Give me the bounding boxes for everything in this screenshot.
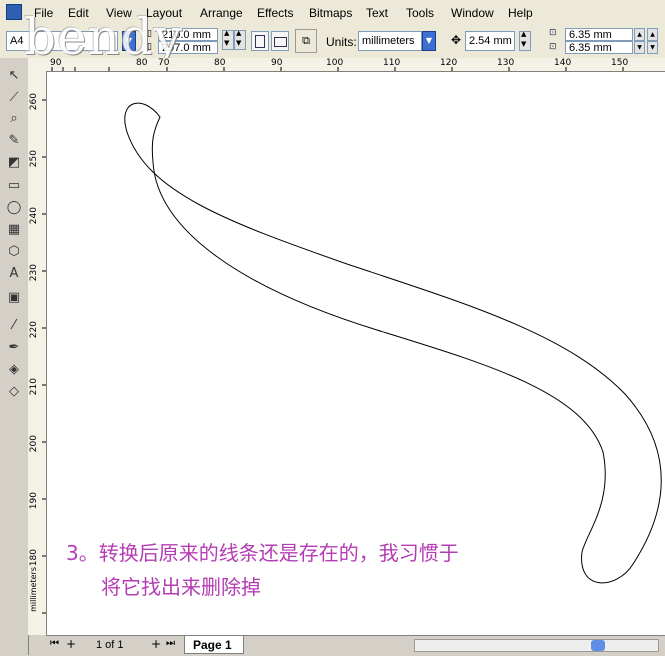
nudge-stepper[interactable] [519,30,531,51]
units-label: Units: [326,35,357,49]
units-chevron-down-icon[interactable]: ▼ [422,31,436,51]
nudge-icon: ✥ [451,33,462,47]
duplicate-x-stepper[interactable]: ▲ [634,28,645,41]
v-tick-label: 220 [29,321,39,339]
width-stepper[interactable] [222,29,234,50]
scrollbar-thumb[interactable] [591,640,605,651]
horizontal-ruler[interactable]: 90 80 70 80 90 100 110 120 130 140 150 [46,58,665,72]
page-count: 1 of 1 [96,639,124,651]
units-dropdown[interactable]: millimeters [358,31,422,51]
freehand-tool-icon[interactable]: ✎ [4,131,24,151]
ellipse-tool-icon[interactable]: ◯ [4,198,24,218]
h-tick-label: 140 [554,58,572,68]
duplicate-y-stepper-2[interactable]: ▼ [647,41,658,54]
duplicate-y-field[interactable]: 6.35 mm [565,41,633,54]
v-tick-label: 240 [29,207,39,225]
v-tick-label: 230 [29,264,39,282]
h-tick-label: 90 [50,58,62,68]
landscape-icon [273,37,287,47]
h-tick-label: 130 [497,58,515,68]
caption-line-1: 3。转换后原来的线条还是存在的，我习惯于 [66,541,459,565]
h-tick-label: 80 [214,58,226,68]
toolbox: ↖ ⟋ ⌕ ✎ ◩ ▭ ◯ ▦ ⬡ A ▣ ⁄ ✒ ◈ ◇ [0,58,29,655]
v-tick-label: 250 [29,150,39,168]
horizontal-scrollbar[interactable] [414,639,659,652]
menu-window[interactable]: Window [451,6,494,20]
text-tool-icon[interactable]: A [4,264,24,284]
ruler-unit-label: millimeters [29,567,38,612]
h-tick-label: 150 [611,58,629,68]
caption-line-2: 将它找出来删除掉 [101,575,261,599]
rectangle-tool-icon[interactable]: ▭ [4,176,24,196]
first-page-icon[interactable]: ⏮ [50,638,59,649]
add-page-before-icon[interactable]: + [66,637,76,651]
menu-text[interactable]: Text [366,6,388,20]
v-tick-label: 200 [29,435,39,453]
h-tick-label: 80 [136,58,148,68]
polygon-tool-icon[interactable]: ▦ [4,220,24,240]
add-page-after-icon[interactable]: + [151,637,161,651]
pages-icon: ⧉ [302,34,310,47]
nudge-distance-field[interactable]: 2.54 mm [465,31,515,51]
menu-arrange[interactable]: Arrange [200,6,243,20]
v-tick-label: 210 [29,378,39,396]
duplicate-y-stepper[interactable]: ▼ [634,41,645,54]
fill-tool-icon[interactable]: ◈ [4,360,24,380]
all-pages-button[interactable]: ⧉ [295,29,317,53]
duplicate-x-icon: ⊡ [549,28,557,38]
pick-tool-icon[interactable]: ↖ [4,66,24,86]
menu-effects[interactable]: Effects [257,6,293,20]
interactive-fill-tool-icon[interactable]: ◇ [4,382,24,402]
last-page-icon[interactable]: ⏭ [166,638,175,649]
h-tick-label: 100 [326,58,344,68]
v-tick-label: 180 [29,549,39,567]
app-icon [6,4,22,20]
portrait-button[interactable] [251,31,269,51]
duplicate-x-stepper-2[interactable]: ▲ [647,28,658,41]
menu-help[interactable]: Help [508,6,533,20]
h-tick-label: 70 [158,58,170,68]
duplicate-x-field[interactable]: 6.35 mm [565,28,633,41]
smart-fill-tool-icon[interactable]: ◩ [4,153,24,173]
v-tick-label: 190 [29,492,39,510]
h-tick-label: 110 [383,58,401,68]
landscape-button[interactable] [271,31,289,51]
v-tick-label: 260 [29,93,39,111]
page-tab-label: Page 1 [193,638,232,652]
ruler-corner[interactable] [28,58,47,72]
shape-tool-icon[interactable]: ⟋ [4,88,24,108]
portrait-icon [255,35,265,48]
menu-tools[interactable]: Tools [406,6,434,20]
page-tab[interactable]: Page 1 [184,636,244,654]
zoom-tool-icon[interactable]: ⌕ [4,109,24,129]
height-stepper[interactable] [234,29,246,50]
duplicate-y-icon: ⊡ [549,42,557,52]
outline-tool-icon[interactable]: ✒ [4,338,24,358]
basic-shapes-tool-icon[interactable]: ⬡ [4,242,24,262]
menu-bitmaps[interactable]: Bitmaps [309,6,352,20]
h-tick-label: 90 [271,58,283,68]
eyedropper-tool-icon[interactable]: ⁄ [4,316,24,336]
h-tick-label: 120 [440,58,458,68]
page-navigator: ⏮ + 1 of 1 + ⏭ Page 1 [46,635,665,656]
vertical-ruler[interactable]: 260 250 240 230 220 210 200 190 180 mill… [28,71,47,635]
interactive-blend-tool-icon[interactable]: ▣ [4,288,24,308]
